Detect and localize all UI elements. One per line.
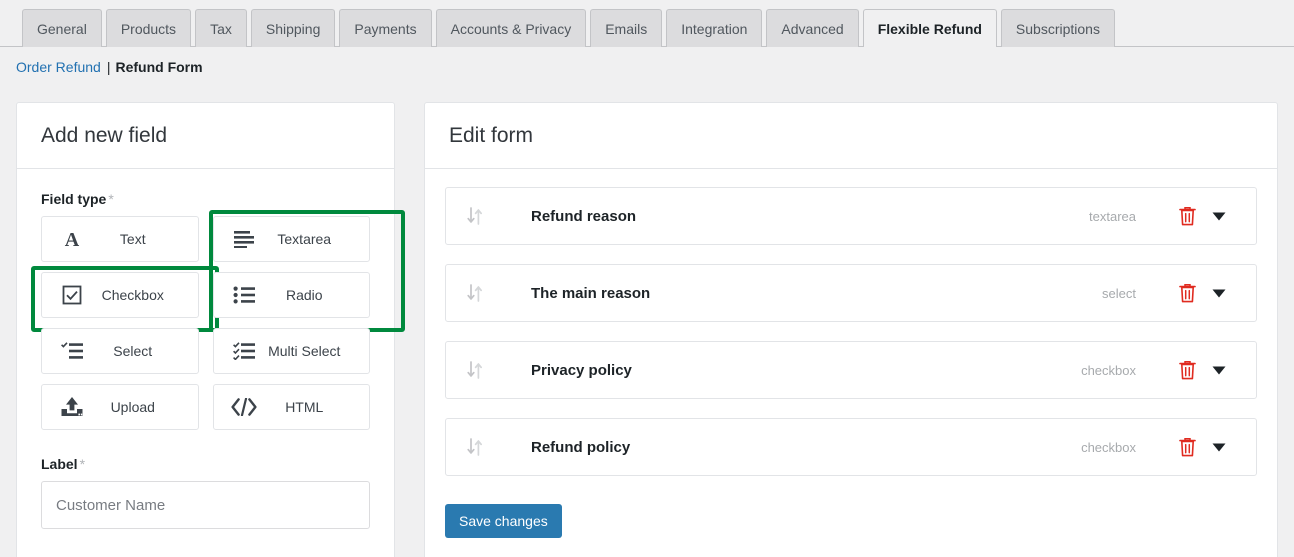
field-type-label-text: HTML	[285, 399, 324, 415]
save-button-wrap: Save changes	[425, 495, 1277, 538]
settings-tab-bar: General Products Tax Shipping Payments Accoun…	[0, 0, 1294, 47]
checkbox-icon	[52, 284, 92, 306]
delete-field-icon[interactable]	[1174, 360, 1200, 380]
add-new-field-panel: Add new field Field type * A Text Textarea C…	[16, 102, 405, 557]
field-type-button-multi-select[interactable]: Multi Select	[212, 328, 370, 374]
edit-form-header: Edit form	[425, 103, 1277, 169]
label-required-marker: *	[79, 456, 86, 472]
expand-field-chevron-down-icon[interactable]	[1200, 366, 1238, 375]
edit-form-title: Edit form	[449, 124, 534, 147]
tab-payments[interactable]: Payments	[339, 9, 432, 47]
form-field-type: select	[1102, 285, 1136, 301]
tab-emails[interactable]: Emails	[590, 9, 663, 47]
field-type-label-text: Multi Select	[268, 343, 341, 359]
tab-list: General Products Tax Shipping Payments Accoun…	[22, 9, 1115, 47]
settings-page: General Products Tax Shipping Payments Accoun…	[0, 0, 1294, 557]
letter-a-icon: A	[52, 228, 92, 250]
field-type-label-text: Radio	[285, 287, 323, 303]
field-type-label-text: Checkbox	[101, 287, 164, 303]
save-changes-button[interactable]: Save changes	[445, 504, 562, 538]
field-type-button-checkbox[interactable]: Checkbox	[41, 272, 199, 318]
field-type-label-text: Upload	[110, 399, 155, 415]
field-type-label: Field type *	[41, 191, 114, 207]
form-field-title: The main reason	[531, 284, 651, 302]
delete-field-icon[interactable]	[1174, 437, 1200, 457]
sort-handle-icon[interactable]	[460, 283, 490, 303]
sort-handle-icon[interactable]	[460, 437, 490, 457]
field-type-label-text: Select	[113, 343, 153, 359]
label-field-label: Label *	[41, 456, 86, 472]
tab-tax[interactable]: Tax	[195, 9, 247, 47]
form-field-type: textarea	[1089, 208, 1136, 224]
tab-shipping[interactable]: Shipping	[250, 9, 336, 47]
form-field-row: The main reason select	[445, 264, 1257, 322]
expand-field-chevron-down-icon[interactable]	[1200, 212, 1238, 221]
label-input[interactable]	[41, 481, 370, 529]
delete-field-icon[interactable]	[1174, 206, 1200, 226]
add-new-field-title: Add new field	[41, 124, 168, 147]
form-field-title: Refund reason	[531, 207, 637, 225]
field-type-button-textarea[interactable]: Textarea	[212, 216, 370, 262]
tab-general[interactable]: General	[22, 9, 102, 47]
field-type-required-marker: *	[108, 191, 114, 207]
select-list-icon	[52, 342, 92, 360]
tab-subscriptions[interactable]: Subscriptions	[1000, 9, 1115, 47]
form-field-row: Refund policy checkbox	[445, 418, 1257, 476]
form-field-title: Refund policy	[531, 438, 631, 456]
tab-accounts-privacy[interactable]: Accounts & Privacy	[435, 9, 587, 47]
form-field-list: Refund reason textarea The main reason sele…	[425, 169, 1277, 476]
breadcrumb-link-order-refund[interactable]: Order Refund	[16, 59, 101, 75]
breadcrumb-separator: |	[106, 59, 111, 75]
field-type-button-upload[interactable]: Upload	[41, 384, 199, 430]
sort-handle-icon[interactable]	[460, 360, 490, 380]
bullet-list-icon	[224, 286, 264, 304]
edit-form-panel: Edit form Refund reason textarea The main …	[424, 102, 1278, 557]
field-type-button-radio[interactable]: Radio	[212, 272, 370, 318]
expand-field-chevron-down-icon[interactable]	[1200, 289, 1238, 298]
form-field-title: Privacy policy	[531, 361, 632, 379]
text-lines-icon	[224, 230, 264, 248]
form-field-type: checkbox	[1081, 362, 1136, 378]
field-type-label-text: Textarea	[277, 231, 332, 247]
field-type-button-select[interactable]: Select	[41, 328, 199, 374]
field-type-button-html[interactable]: HTML	[212, 384, 370, 430]
expand-field-chevron-down-icon[interactable]	[1200, 443, 1238, 452]
tab-flexible-refund[interactable]: Flexible Refund	[862, 9, 997, 47]
sort-handle-icon[interactable]	[460, 206, 490, 226]
field-type-grid: A Text Textarea Checkbox Radio Select Multi Se…	[31, 210, 405, 430]
field-type-label-text: Text	[119, 231, 146, 247]
tab-advanced[interactable]: Advanced	[766, 9, 859, 47]
delete-field-icon[interactable]	[1174, 283, 1200, 303]
code-brackets-icon	[224, 398, 264, 416]
field-type-button-text[interactable]: A Text	[41, 216, 199, 262]
svg-text:A: A	[65, 229, 80, 250]
multi-select-icon	[224, 342, 264, 360]
form-field-type: checkbox	[1081, 439, 1136, 455]
label-field-block: Label *	[41, 456, 370, 529]
tab-products[interactable]: Products	[105, 9, 192, 47]
breadcrumb-current-refund-form: Refund Form	[115, 59, 203, 75]
tab-integration[interactable]: Integration	[666, 9, 763, 47]
upload-icon	[52, 396, 92, 418]
form-field-row: Privacy policy checkbox	[445, 341, 1257, 399]
breadcrumb: Order Refund | Refund Form	[16, 59, 203, 75]
add-new-field-header: Add new field	[17, 103, 394, 169]
add-new-field-body: Field type * A Text Textarea Checkbox Radio Se…	[17, 169, 405, 529]
form-field-row: Refund reason textarea	[445, 187, 1257, 245]
